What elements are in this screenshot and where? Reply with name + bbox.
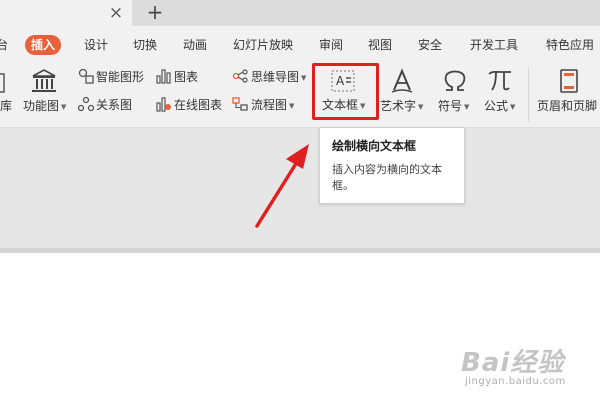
tab-close-icon[interactable]: × — [107, 3, 125, 23]
wordart-button[interactable]: 艺术字 ▼ — [380, 99, 423, 114]
menu-item-insert[interactable]: 插入 — [25, 35, 62, 55]
menu-item-security[interactable]: 安全 — [418, 37, 442, 53]
chevron-down-icon: ▼ — [61, 102, 67, 111]
header-footer-button[interactable]: 页眉和页脚 — [537, 99, 597, 113]
baidu-watermark: Bai经验 jingyan.baidu.com — [455, 340, 595, 392]
textbox-highlight-box — [312, 63, 379, 120]
relation-icon[interactable] — [77, 96, 95, 116]
wordart-icon[interactable] — [389, 68, 415, 98]
symbol-label: 符号 — [438, 99, 463, 113]
insert-ribbon: 库 功能图 ▼ 智能图形 关系图 图表 在线图表 思维导图 ▼ 流程图 ▼ A … — [0, 62, 600, 128]
workspace-background — [0, 128, 600, 252]
mind-map-icon[interactable] — [232, 68, 248, 88]
menu-item-developer[interactable]: 开发工具 — [470, 37, 518, 53]
textbox-tooltip: 绘制横向文本框 插入内容为横向的文本框。 — [319, 127, 465, 204]
menu-item-animation[interactable]: 动画 — [183, 37, 207, 53]
tooltip-description: 插入内容为横向的文本框。 — [332, 163, 442, 192]
smart-shape-button[interactable]: 智能图形 — [96, 70, 144, 84]
chevron-down-icon: ▼ — [289, 101, 295, 110]
smart-shape-icon[interactable] — [78, 68, 94, 88]
menu-item-slideshow[interactable]: 幻灯片放映 — [233, 37, 293, 53]
bar-chart-icon[interactable] — [155, 68, 171, 88]
mind-map-label: 思维导图 — [251, 70, 300, 84]
relation-chart-button[interactable]: 关系图 — [96, 98, 132, 112]
pi-icon[interactable] — [486, 67, 514, 97]
omega-icon[interactable] — [442, 66, 468, 98]
watermark-url: jingyan.baidu.com — [465, 376, 566, 387]
new-tab-icon[interactable]: + — [145, 2, 165, 24]
symbol-button[interactable]: 符号 ▼ — [438, 99, 469, 114]
library-icon[interactable] — [0, 70, 6, 98]
flowchart-button[interactable]: 流程图 ▼ — [251, 98, 294, 113]
menu-item-review[interactable]: 审阅 — [319, 37, 343, 53]
flowchart-label: 流程图 — [251, 98, 288, 112]
formula-label: 公式 — [484, 99, 509, 113]
chevron-down-icon: ▼ — [418, 102, 424, 111]
menu-item-design[interactable]: 设计 — [84, 37, 108, 53]
mind-map-button[interactable]: 思维导图 ▼ — [251, 70, 306, 85]
online-chart-button[interactable]: 在线图表 — [174, 98, 222, 112]
menu-item-partial[interactable]: 台 — [0, 37, 8, 53]
function-chart-button[interactable]: 功能图 ▼ — [23, 99, 66, 114]
formula-button[interactable]: 公式 ▼ — [484, 99, 515, 114]
ribbon-separator — [528, 68, 529, 122]
wordart-label: 艺术字 — [380, 99, 417, 113]
menu-bar: 台 插入 设计 切换 动画 幻灯片放映 审阅 视图 安全 开发工具 特色应用 — [0, 26, 600, 62]
chevron-down-icon: ▼ — [301, 73, 307, 82]
chart-button[interactable]: 图表 — [174, 70, 198, 84]
page-icon[interactable] — [559, 68, 579, 98]
flowchart-icon[interactable] — [232, 96, 248, 116]
tooltip-title: 绘制横向文本框 — [332, 139, 417, 153]
tab-strip: × + — [0, 0, 600, 26]
watermark-brand: Bai经验 — [461, 348, 565, 378]
library-label[interactable]: 库 — [0, 99, 12, 113]
chevron-down-icon: ▼ — [510, 102, 516, 111]
menu-item-transition[interactable]: 切换 — [133, 37, 157, 53]
online-chart-icon[interactable] — [155, 96, 171, 116]
chevron-down-icon: ▼ — [464, 102, 470, 111]
menu-item-features[interactable]: 特色应用 — [546, 37, 594, 53]
building-columns-icon[interactable] — [30, 68, 58, 98]
menu-item-view[interactable]: 视图 — [368, 37, 392, 53]
function-chart-label: 功能图 — [23, 99, 60, 113]
